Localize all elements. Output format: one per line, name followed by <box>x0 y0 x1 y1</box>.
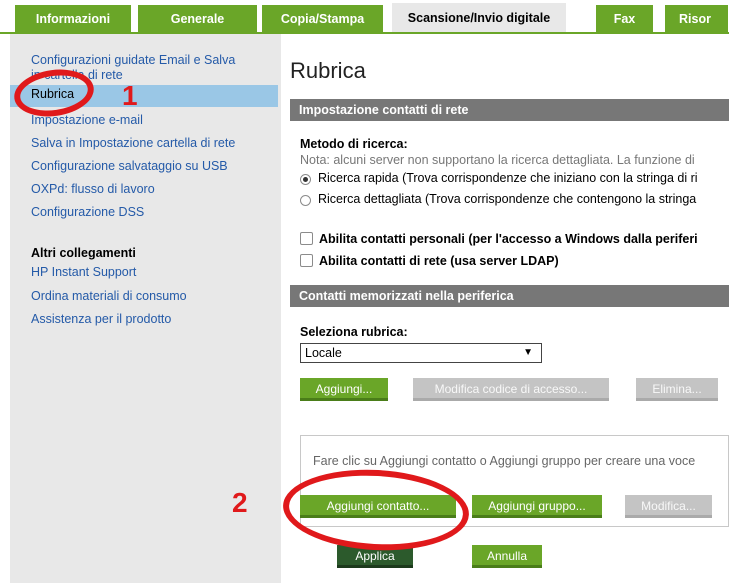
tab-bar: Informazioni Generale Copia/Stampa Scans… <box>0 0 729 32</box>
contacts-box-hint: Fare clic su Aggiungi contatto o Aggiung… <box>313 454 696 468</box>
sidebar-item-save-folder[interactable]: Salva in Impostazione cartella di rete <box>10 136 275 151</box>
page-title: Rubrica <box>290 58 366 83</box>
checkbox-personal-contacts-label: Abilita contatti personali (per l'access… <box>319 232 698 246</box>
link-label: HP Instant Support <box>31 265 137 279</box>
section-header-network-contacts: Impostazione contatti di rete <box>290 99 729 121</box>
cancel-button[interactable]: Annulla <box>472 545 542 568</box>
radio-detailed-search-label: Ricerca dettagliata (Trova corrispondenz… <box>318 192 697 206</box>
link-product-support[interactable]: Assistenza per il prodotto <box>10 312 275 327</box>
sidebar-item-label: Configurazione DSS <box>31 205 145 219</box>
radio-detailed-search[interactable] <box>300 195 311 206</box>
sidebar-item-label: OXPd: flusso di lavoro <box>31 182 155 196</box>
add-button[interactable]: Aggiungi... <box>300 378 388 401</box>
sidebar-item-label: Configurazione salvataggio su USB <box>31 159 228 173</box>
sidebar-item-usb[interactable]: Configurazione salvataggio su USB <box>10 159 275 174</box>
select-addressbook-label: Seleziona rubrica: <box>300 325 408 339</box>
checkbox-network-contacts-label: Abilita contatti di rete (usa server LDA… <box>319 254 559 268</box>
checkbox-network-contacts[interactable] <box>300 254 313 267</box>
link-hp-instant-support[interactable]: HP Instant Support <box>10 265 275 280</box>
sidebar-item-dss[interactable]: Configurazione DSS <box>10 205 275 220</box>
addressbook-select[interactable]: Locale ▼ <box>300 343 542 363</box>
modify-access-code-button[interactable]: Modifica codice di accesso... <box>413 378 609 401</box>
modify-button[interactable]: Modifica... <box>625 495 712 518</box>
sidebar-item-label: Salva in Impostazione cartella di rete <box>31 136 236 150</box>
link-label: Ordina materiali di consumo <box>31 289 187 303</box>
addressbook-select-value: Locale <box>305 346 342 360</box>
search-method-label: Metodo di ricerca: <box>300 137 408 151</box>
link-order-supplies[interactable]: Ordina materiali di consumo <box>10 289 275 304</box>
delete-button[interactable]: Elimina... <box>636 378 718 401</box>
annotation-number-1: 1 <box>122 80 138 111</box>
tab-copia-stampa[interactable]: Copia/Stampa <box>262 5 384 32</box>
checkbox-personal-contacts[interactable] <box>300 232 313 245</box>
other-links-heading: Altri collegamenti <box>31 246 136 260</box>
tab-fax[interactable]: Fax <box>596 5 654 32</box>
sidebar-item-label: Configurazioni guidate Email e Salva <box>31 53 236 67</box>
radio-quick-search[interactable] <box>300 174 311 185</box>
sidebar-item-oxpd[interactable]: OXPd: flusso di lavoro <box>10 182 275 197</box>
add-group-button[interactable]: Aggiungi gruppo... <box>472 495 602 518</box>
search-note: Nota: alcuni server non supportano la ri… <box>300 153 695 167</box>
tab-generale[interactable]: Generale <box>138 5 258 32</box>
tab-risorse[interactable]: Risor <box>665 5 729 32</box>
section-header-stored-contacts: Contatti memorizzati nella periferica <box>290 285 729 307</box>
tab-informazioni[interactable]: Informazioni <box>15 5 132 32</box>
tab-scansione[interactable]: Scansione/Invio digitale <box>392 3 567 32</box>
annotation-number-2: 2 <box>232 487 248 518</box>
dropdown-arrow-icon: ▼ <box>523 347 533 358</box>
link-label: Assistenza per il prodotto <box>31 312 172 326</box>
radio-quick-search-label: Ricerca rapida (Trova corrispondenze che… <box>318 171 698 185</box>
